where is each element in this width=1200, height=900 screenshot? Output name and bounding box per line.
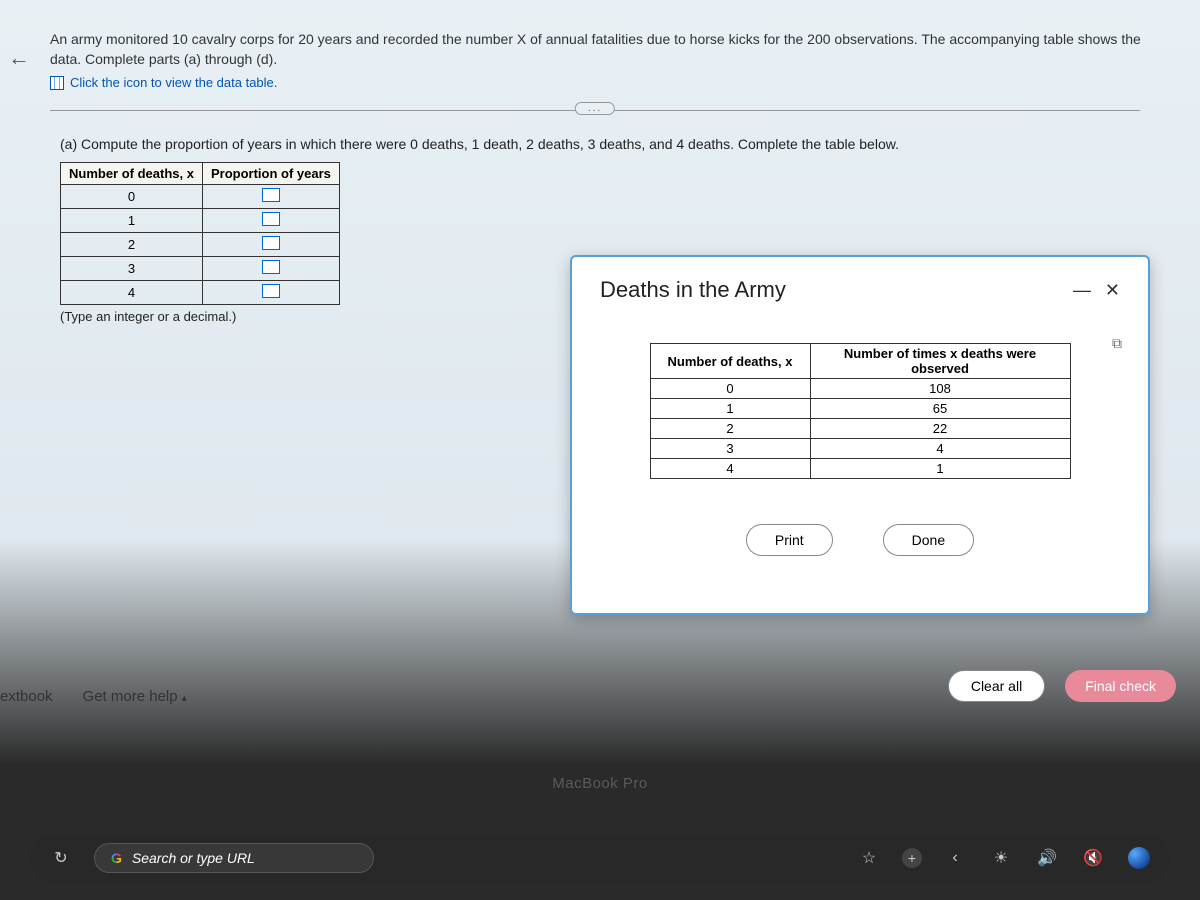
star-icon[interactable]: ☆ — [856, 845, 882, 871]
url-search-box[interactable]: G Search or type URL — [94, 843, 374, 873]
data-col1-header: Number of deaths, x — [650, 344, 810, 379]
table-row: 165 — [650, 399, 1070, 419]
table-row: 1 — [61, 209, 340, 233]
minimize-icon[interactable]: — — [1073, 280, 1091, 301]
section-divider: ... — [50, 110, 1140, 111]
table-row: 2 — [61, 233, 340, 257]
part-a-prompt: (a) Compute the proportion of years in w… — [60, 136, 1170, 152]
answer-col1-header: Number of deaths, x — [61, 163, 203, 185]
problem-statement: An army monitored 10 cavalry corps for 2… — [50, 30, 1170, 69]
table-row: 3 — [61, 257, 340, 281]
close-icon[interactable]: ✕ — [1105, 280, 1120, 301]
new-tab-icon[interactable]: + — [902, 848, 922, 868]
siri-icon[interactable] — [1126, 845, 1152, 871]
proportion-input[interactable] — [262, 212, 280, 226]
copy-icon[interactable]: ⧉ — [1112, 335, 1122, 352]
caret-up-icon: ▴ — [182, 693, 187, 704]
textbook-link[interactable]: extbook — [0, 688, 53, 705]
final-check-button[interactable]: Final check — [1065, 670, 1176, 702]
answer-table: Number of deaths, x Proportion of years … — [60, 162, 340, 305]
reload-icon[interactable]: ↻ — [48, 845, 74, 871]
answer-col2-header: Proportion of years — [202, 163, 339, 185]
mute-icon[interactable]: 🔇 — [1080, 845, 1106, 871]
done-button[interactable]: Done — [883, 524, 974, 556]
view-data-link[interactable]: Click the icon to view the data table. — [50, 75, 1170, 90]
row-x: 2 — [61, 233, 203, 257]
data-table: Number of deaths, x Number of times x de… — [650, 343, 1071, 479]
proportion-input[interactable] — [262, 284, 280, 298]
row-x: 0 — [61, 185, 203, 209]
table-row: 0108 — [650, 379, 1070, 399]
data-popup: Deaths in the Army — ✕ ⧉ Number of death… — [570, 255, 1150, 615]
view-data-label: Click the icon to view the data table. — [70, 75, 277, 90]
brightness-icon[interactable]: ☀ — [988, 845, 1014, 871]
back-arrow-icon[interactable]: ← — [8, 45, 30, 71]
search-placeholder: Search or type URL — [132, 850, 255, 866]
row-x: 1 — [61, 209, 203, 233]
table-icon — [50, 76, 64, 90]
google-icon: G — [111, 850, 122, 866]
volume-icon[interactable]: 🔊 — [1034, 845, 1060, 871]
expand-pill[interactable]: ... — [575, 102, 615, 115]
table-row: 0 — [61, 185, 340, 209]
row-x: 4 — [61, 281, 203, 305]
clear-all-button[interactable]: Clear all — [948, 670, 1045, 702]
data-col2-header: Number of times x deaths were observed — [810, 344, 1070, 379]
proportion-input[interactable] — [262, 188, 280, 202]
popup-title: Deaths in the Army — [600, 277, 786, 303]
get-more-help-link[interactable]: Get more help ▴ — [83, 688, 187, 705]
table-row: 41 — [650, 459, 1070, 479]
nav-back-icon[interactable]: ‹ — [942, 845, 968, 871]
print-button[interactable]: Print — [746, 524, 833, 556]
proportion-input[interactable] — [262, 236, 280, 250]
table-row: 34 — [650, 439, 1070, 459]
table-row: 222 — [650, 419, 1070, 439]
proportion-input[interactable] — [262, 260, 280, 274]
taskbar: ↻ G Search or type URL ☆ + ‹ ☀ 🔊 🔇 — [30, 834, 1170, 882]
device-label: MacBook Pro — [552, 775, 648, 792]
row-x: 3 — [61, 257, 203, 281]
table-row: 4 — [61, 281, 340, 305]
